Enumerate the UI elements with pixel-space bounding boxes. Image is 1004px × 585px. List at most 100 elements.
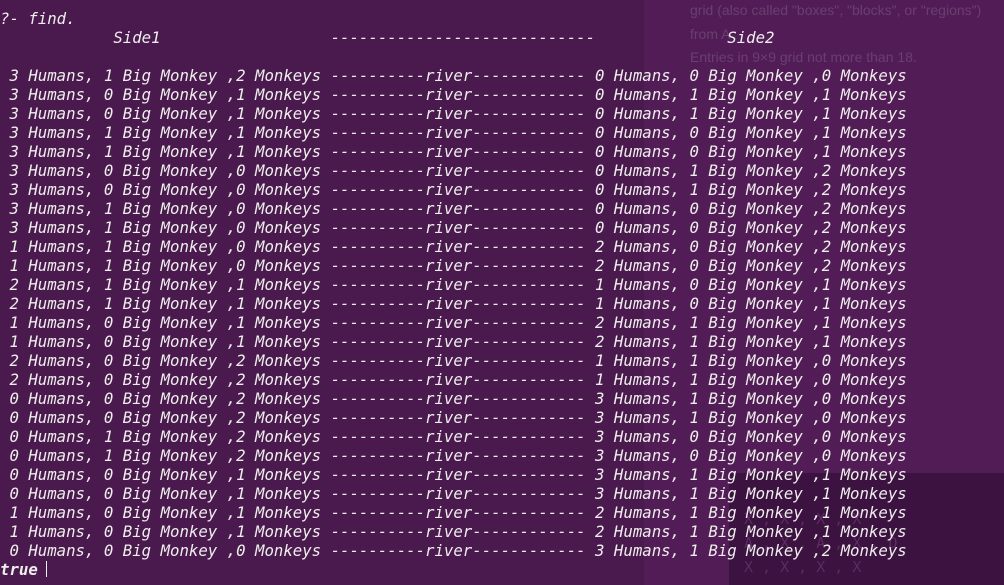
state-row: 1 Humans, 0 Big Monkey ,1 Monkeys ------… <box>0 313 907 332</box>
prompt-text: ?- find. <box>0 9 76 28</box>
side2-state: 0 Humans, 0 Big Monkey ,1 Monkeys <box>585 142 907 161</box>
side2-state: 1 Humans, 1 Big Monkey ,0 Monkeys <box>585 370 907 389</box>
river-separator: ----------river------------ <box>330 85 586 104</box>
state-row: 0 Humans, 0 Big Monkey ,1 Monkeys ------… <box>0 484 907 503</box>
state-row: 1 Humans, 1 Big Monkey ,0 Monkeys ------… <box>0 256 907 275</box>
river-separator: ----------river------------ <box>330 332 586 351</box>
side2-state: 1 Humans, 1 Big Monkey ,0 Monkeys <box>585 351 907 370</box>
side1-state: 0 Humans, 0 Big Monkey ,2 Monkeys <box>0 408 331 427</box>
side2-state: 0 Humans, 0 Big Monkey ,1 Monkeys <box>585 123 907 142</box>
river-separator: ----------river------------ <box>330 465 586 484</box>
state-row: 3 Humans, 1 Big Monkey ,2 Monkeys ------… <box>0 66 906 85</box>
state-row: 0 Humans, 0 Big Monkey ,0 Monkeys ------… <box>0 541 907 560</box>
state-row: 3 Humans, 1 Big Monkey ,1 Monkeys ------… <box>0 142 907 161</box>
river-separator: ----------river------------ <box>330 275 586 294</box>
state-row: 3 Humans, 0 Big Monkey ,1 Monkeys ------… <box>0 104 907 123</box>
side2-state: 2 Humans, 1 Big Monkey ,1 Monkeys <box>585 313 907 332</box>
side2-state: 0 Humans, 1 Big Monkey ,1 Monkeys <box>585 104 907 123</box>
side2-state: 0 Humans, 1 Big Monkey ,1 Monkeys <box>585 85 907 104</box>
state-row: 1 Humans, 0 Big Monkey ,1 Monkeys ------… <box>0 332 907 351</box>
side1-state: 3 Humans, 0 Big Monkey ,1 Monkeys <box>0 104 331 123</box>
river-separator: ----------river------------ <box>330 389 586 408</box>
side2-state: 2 Humans, 1 Big Monkey ,1 Monkeys <box>585 522 907 541</box>
side1-state: 0 Humans, 0 Big Monkey ,2 Monkeys <box>0 389 331 408</box>
river-separator: ----------river------------ <box>330 161 586 180</box>
side1-state: 2 Humans, 0 Big Monkey ,2 Monkeys <box>0 370 331 389</box>
side2-state: 1 Humans, 0 Big Monkey ,1 Monkeys <box>585 294 907 313</box>
side2-state: 2 Humans, 1 Big Monkey ,1 Monkeys <box>585 332 907 351</box>
state-row: 0 Humans, 0 Big Monkey ,2 Monkeys ------… <box>0 408 907 427</box>
terminal-prompt-line: ?- find. <box>0 9 76 28</box>
state-row: 2 Humans, 1 Big Monkey ,1 Monkeys ------… <box>0 275 907 294</box>
river-separator: ----------river------------ <box>330 408 586 427</box>
table-header-line: Side1 ---------------------------- Side2 <box>0 28 775 47</box>
side2-state: 2 Humans, 1 Big Monkey ,1 Monkeys <box>585 503 907 522</box>
side1-state: 2 Humans, 1 Big Monkey ,1 Monkeys <box>0 275 331 294</box>
river-separator: ----------river------------ <box>330 180 586 199</box>
side2-state: 1 Humans, 0 Big Monkey ,1 Monkeys <box>585 275 907 294</box>
side1-state: 1 Humans, 0 Big Monkey ,1 Monkeys <box>0 522 331 541</box>
side1-state: 2 Humans, 1 Big Monkey ,1 Monkeys <box>0 294 331 313</box>
side1-state: 3 Humans, 1 Big Monkey ,1 Monkeys <box>0 123 331 142</box>
river-separator: ----------river------------ <box>330 256 586 275</box>
river-separator: ----------river------------ <box>330 503 586 522</box>
river-separator: ----------river------------ <box>330 446 586 465</box>
side1-state: 3 Humans, 0 Big Monkey ,0 Monkeys <box>0 180 331 199</box>
result-line[interactable]: true <box>0 560 47 579</box>
side2-state: 3 Humans, 1 Big Monkey ,1 Monkeys <box>585 484 907 503</box>
side1-state: 3 Humans, 0 Big Monkey ,0 Monkeys <box>0 161 331 180</box>
side1-state: 2 Humans, 0 Big Monkey ,2 Monkeys <box>0 351 331 370</box>
side1-state: 3 Humans, 1 Big Monkey ,1 Monkeys <box>0 142 331 161</box>
state-row: 0 Humans, 0 Big Monkey ,2 Monkeys ------… <box>0 389 907 408</box>
side1-state: 1 Humans, 0 Big Monkey ,1 Monkeys <box>0 332 331 351</box>
header-divider: ---------------------------- <box>330 28 596 47</box>
side1-state: 0 Humans, 1 Big Monkey ,2 Monkeys <box>0 427 331 446</box>
river-separator: ----------river------------ <box>330 123 586 142</box>
side2-state: 0 Humans, 0 Big Monkey ,2 Monkeys <box>585 218 907 237</box>
state-row: 1 Humans, 0 Big Monkey ,1 Monkeys ------… <box>0 503 907 522</box>
side1-state: 3 Humans, 1 Big Monkey ,0 Monkeys <box>0 199 331 218</box>
river-separator: ----------river------------ <box>330 484 586 503</box>
side1-state: 1 Humans, 1 Big Monkey ,0 Monkeys <box>0 237 331 256</box>
state-row: 1 Humans, 0 Big Monkey ,1 Monkeys ------… <box>0 522 907 541</box>
side1-state: 0 Humans, 0 Big Monkey ,1 Monkeys <box>0 484 331 503</box>
river-separator: ----------river------------ <box>330 541 586 560</box>
state-row: 2 Humans, 0 Big Monkey ,2 Monkeys ------… <box>0 351 907 370</box>
side2-state: 3 Humans, 1 Big Monkey ,2 Monkeys <box>585 541 907 560</box>
side1-state: 0 Humans, 1 Big Monkey ,2 Monkeys <box>0 446 331 465</box>
side1-state: 1 Humans, 1 Big Monkey ,0 Monkeys <box>0 256 331 275</box>
side2-state: 0 Humans, 1 Big Monkey ,2 Monkeys <box>585 161 907 180</box>
side2-state: 3 Humans, 1 Big Monkey ,0 Monkeys <box>585 408 907 427</box>
side2-state: 0 Humans, 1 Big Monkey ,2 Monkeys <box>585 180 907 199</box>
side2-state: 2 Humans, 0 Big Monkey ,2 Monkeys <box>585 256 907 275</box>
river-separator: ----------river------------ <box>330 294 586 313</box>
side2-state: 3 Humans, 0 Big Monkey ,0 Monkeys <box>585 446 907 465</box>
river-separator: ----------river------------ <box>330 237 586 256</box>
river-separator: ----------river------------ <box>330 142 586 161</box>
side1-state: 3 Humans, 0 Big Monkey ,1 Monkeys <box>0 85 331 104</box>
state-row: 3 Humans, 0 Big Monkey ,0 Monkeys ------… <box>0 161 907 180</box>
side1-state: 0 Humans, 0 Big Monkey ,1 Monkeys <box>0 465 331 484</box>
river-separator: ----------river------------ <box>330 104 586 123</box>
side1-state: 0 Humans, 0 Big Monkey ,0 Monkeys <box>0 541 331 560</box>
state-row: 3 Humans, 1 Big Monkey ,0 Monkeys ------… <box>0 218 907 237</box>
result-value: true <box>0 560 38 579</box>
side2-state: 3 Humans, 0 Big Monkey ,0 Monkeys <box>585 427 907 446</box>
river-separator: ----------river------------ <box>330 427 586 446</box>
side2-state: 0 Humans, 0 Big Monkey ,2 Monkeys <box>585 199 907 218</box>
state-row: 3 Humans, 0 Big Monkey ,1 Monkeys ------… <box>0 85 907 104</box>
river-separator: ----------river------------ <box>330 218 586 237</box>
side1-state: 3 Humans, 1 Big Monkey ,0 Monkeys <box>0 218 331 237</box>
state-row: 3 Humans, 1 Big Monkey ,0 Monkeys ------… <box>0 199 907 218</box>
river-separator: ----------river------------ <box>330 370 586 389</box>
river-separator: ----------river------------ <box>330 522 586 541</box>
river-separator: ----------river------------ <box>330 351 586 370</box>
side2-state: 3 Humans, 1 Big Monkey ,1 Monkeys <box>585 465 907 484</box>
terminal-output[interactable]: ?- find. Side1 -------------------------… <box>0 0 1004 585</box>
state-row: 3 Humans, 0 Big Monkey ,0 Monkeys ------… <box>0 180 907 199</box>
side1-state: 1 Humans, 0 Big Monkey ,1 Monkeys <box>0 503 331 522</box>
header-side2: Side2 <box>727 28 775 47</box>
river-separator: ----------river------------ <box>330 66 586 85</box>
side2-state: 3 Humans, 1 Big Monkey ,0 Monkeys <box>585 389 907 408</box>
text-cursor <box>45 561 47 577</box>
